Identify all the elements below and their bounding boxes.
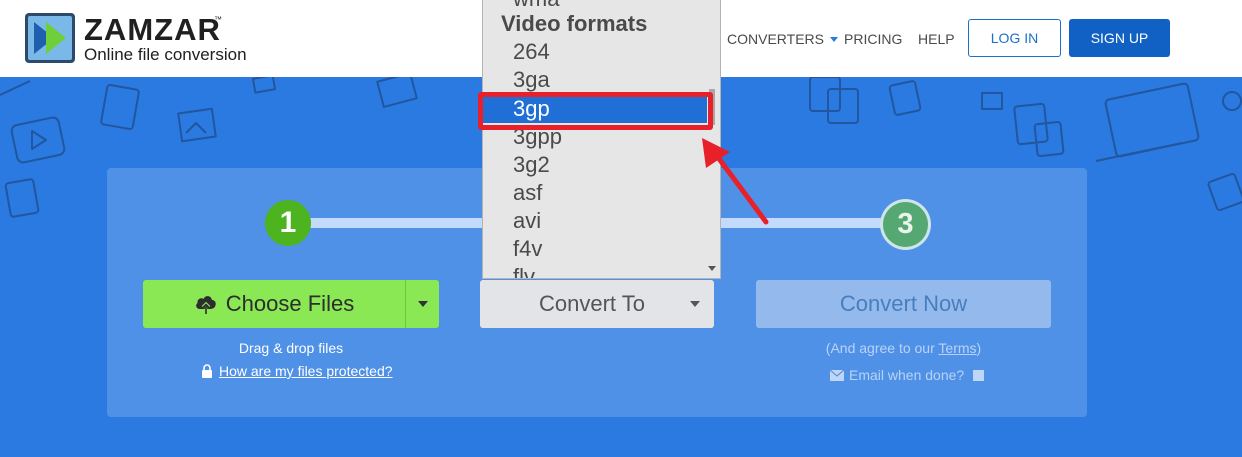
cloud-upload-icon xyxy=(195,296,216,314)
drag-drop-hint: Drag & drop files xyxy=(238,340,344,356)
zamzar-logo-icon xyxy=(25,13,75,63)
scroll-down-arrow-icon[interactable] xyxy=(708,266,716,271)
format-option[interactable]: flv xyxy=(513,263,535,278)
signup-button[interactable]: SIGN UP xyxy=(1069,19,1170,57)
step-1-badge: 1 xyxy=(265,200,311,246)
terms-link[interactable]: Terms xyxy=(938,340,976,356)
brand-name: ZAMZAR xyxy=(84,12,221,47)
login-button[interactable]: LOG IN xyxy=(968,19,1061,57)
email-when-done-row: Email when done? xyxy=(830,367,985,383)
brand-trademark: ™ xyxy=(214,15,222,24)
pointer-arrow-icon xyxy=(702,138,769,225)
choose-files-label: Choose Files xyxy=(225,291,355,316)
agree-prefix: (And agree to our xyxy=(825,340,939,356)
format-option[interactable]: asf xyxy=(513,179,542,207)
step-3-badge: 3 xyxy=(880,199,931,250)
lock-icon xyxy=(202,364,212,378)
agree-suffix: ) xyxy=(976,340,982,356)
convert-now-button[interactable]: Convert Now xyxy=(756,280,1051,328)
format-group-video: Video formats xyxy=(501,11,648,36)
convert-to-select[interactable]: Convert To xyxy=(480,280,714,328)
caret-down-icon xyxy=(690,301,700,307)
nav-pricing[interactable]: PRICING xyxy=(844,31,902,47)
selection-highlight-box xyxy=(478,92,713,130)
brand-tagline: Online file conversion xyxy=(84,45,247,64)
mail-icon xyxy=(830,370,844,381)
nav-help[interactable]: HELP xyxy=(918,31,955,47)
convert-to-label: Convert To xyxy=(539,291,645,316)
zamzar-logo[interactable]: ZAMZAR ™ Online file conversion xyxy=(24,12,264,66)
format-dropdown-list[interactable]: wma Video formats 264 3ga 3gp 3gpp 3g2 a… xyxy=(482,0,721,279)
choose-files-button[interactable]: Choose Files xyxy=(143,280,405,328)
files-protected-link[interactable]: How are my files protected? xyxy=(219,363,393,379)
chevron-down-icon xyxy=(829,36,838,42)
choose-files-dropdown-toggle[interactable] xyxy=(405,280,439,328)
nav-converters[interactable]: CONVERTERS xyxy=(727,31,838,47)
format-option[interactable]: avi xyxy=(513,207,541,235)
files-protected-row: How are my files protected? xyxy=(200,363,393,379)
format-option[interactable]: 3ga xyxy=(513,66,550,94)
format-option[interactable]: 3g2 xyxy=(513,151,550,179)
terms-agreement: (And agree to our Terms) xyxy=(756,340,1051,356)
caret-down-icon xyxy=(417,301,428,307)
format-option[interactable]: f4v xyxy=(513,235,542,263)
format-option[interactable]: 264 xyxy=(513,38,550,66)
nav-converters-label: CONVERTERS xyxy=(727,31,824,47)
email-when-done-checkbox[interactable] xyxy=(973,370,985,381)
email-when-done-label: Email when done? xyxy=(849,367,965,383)
